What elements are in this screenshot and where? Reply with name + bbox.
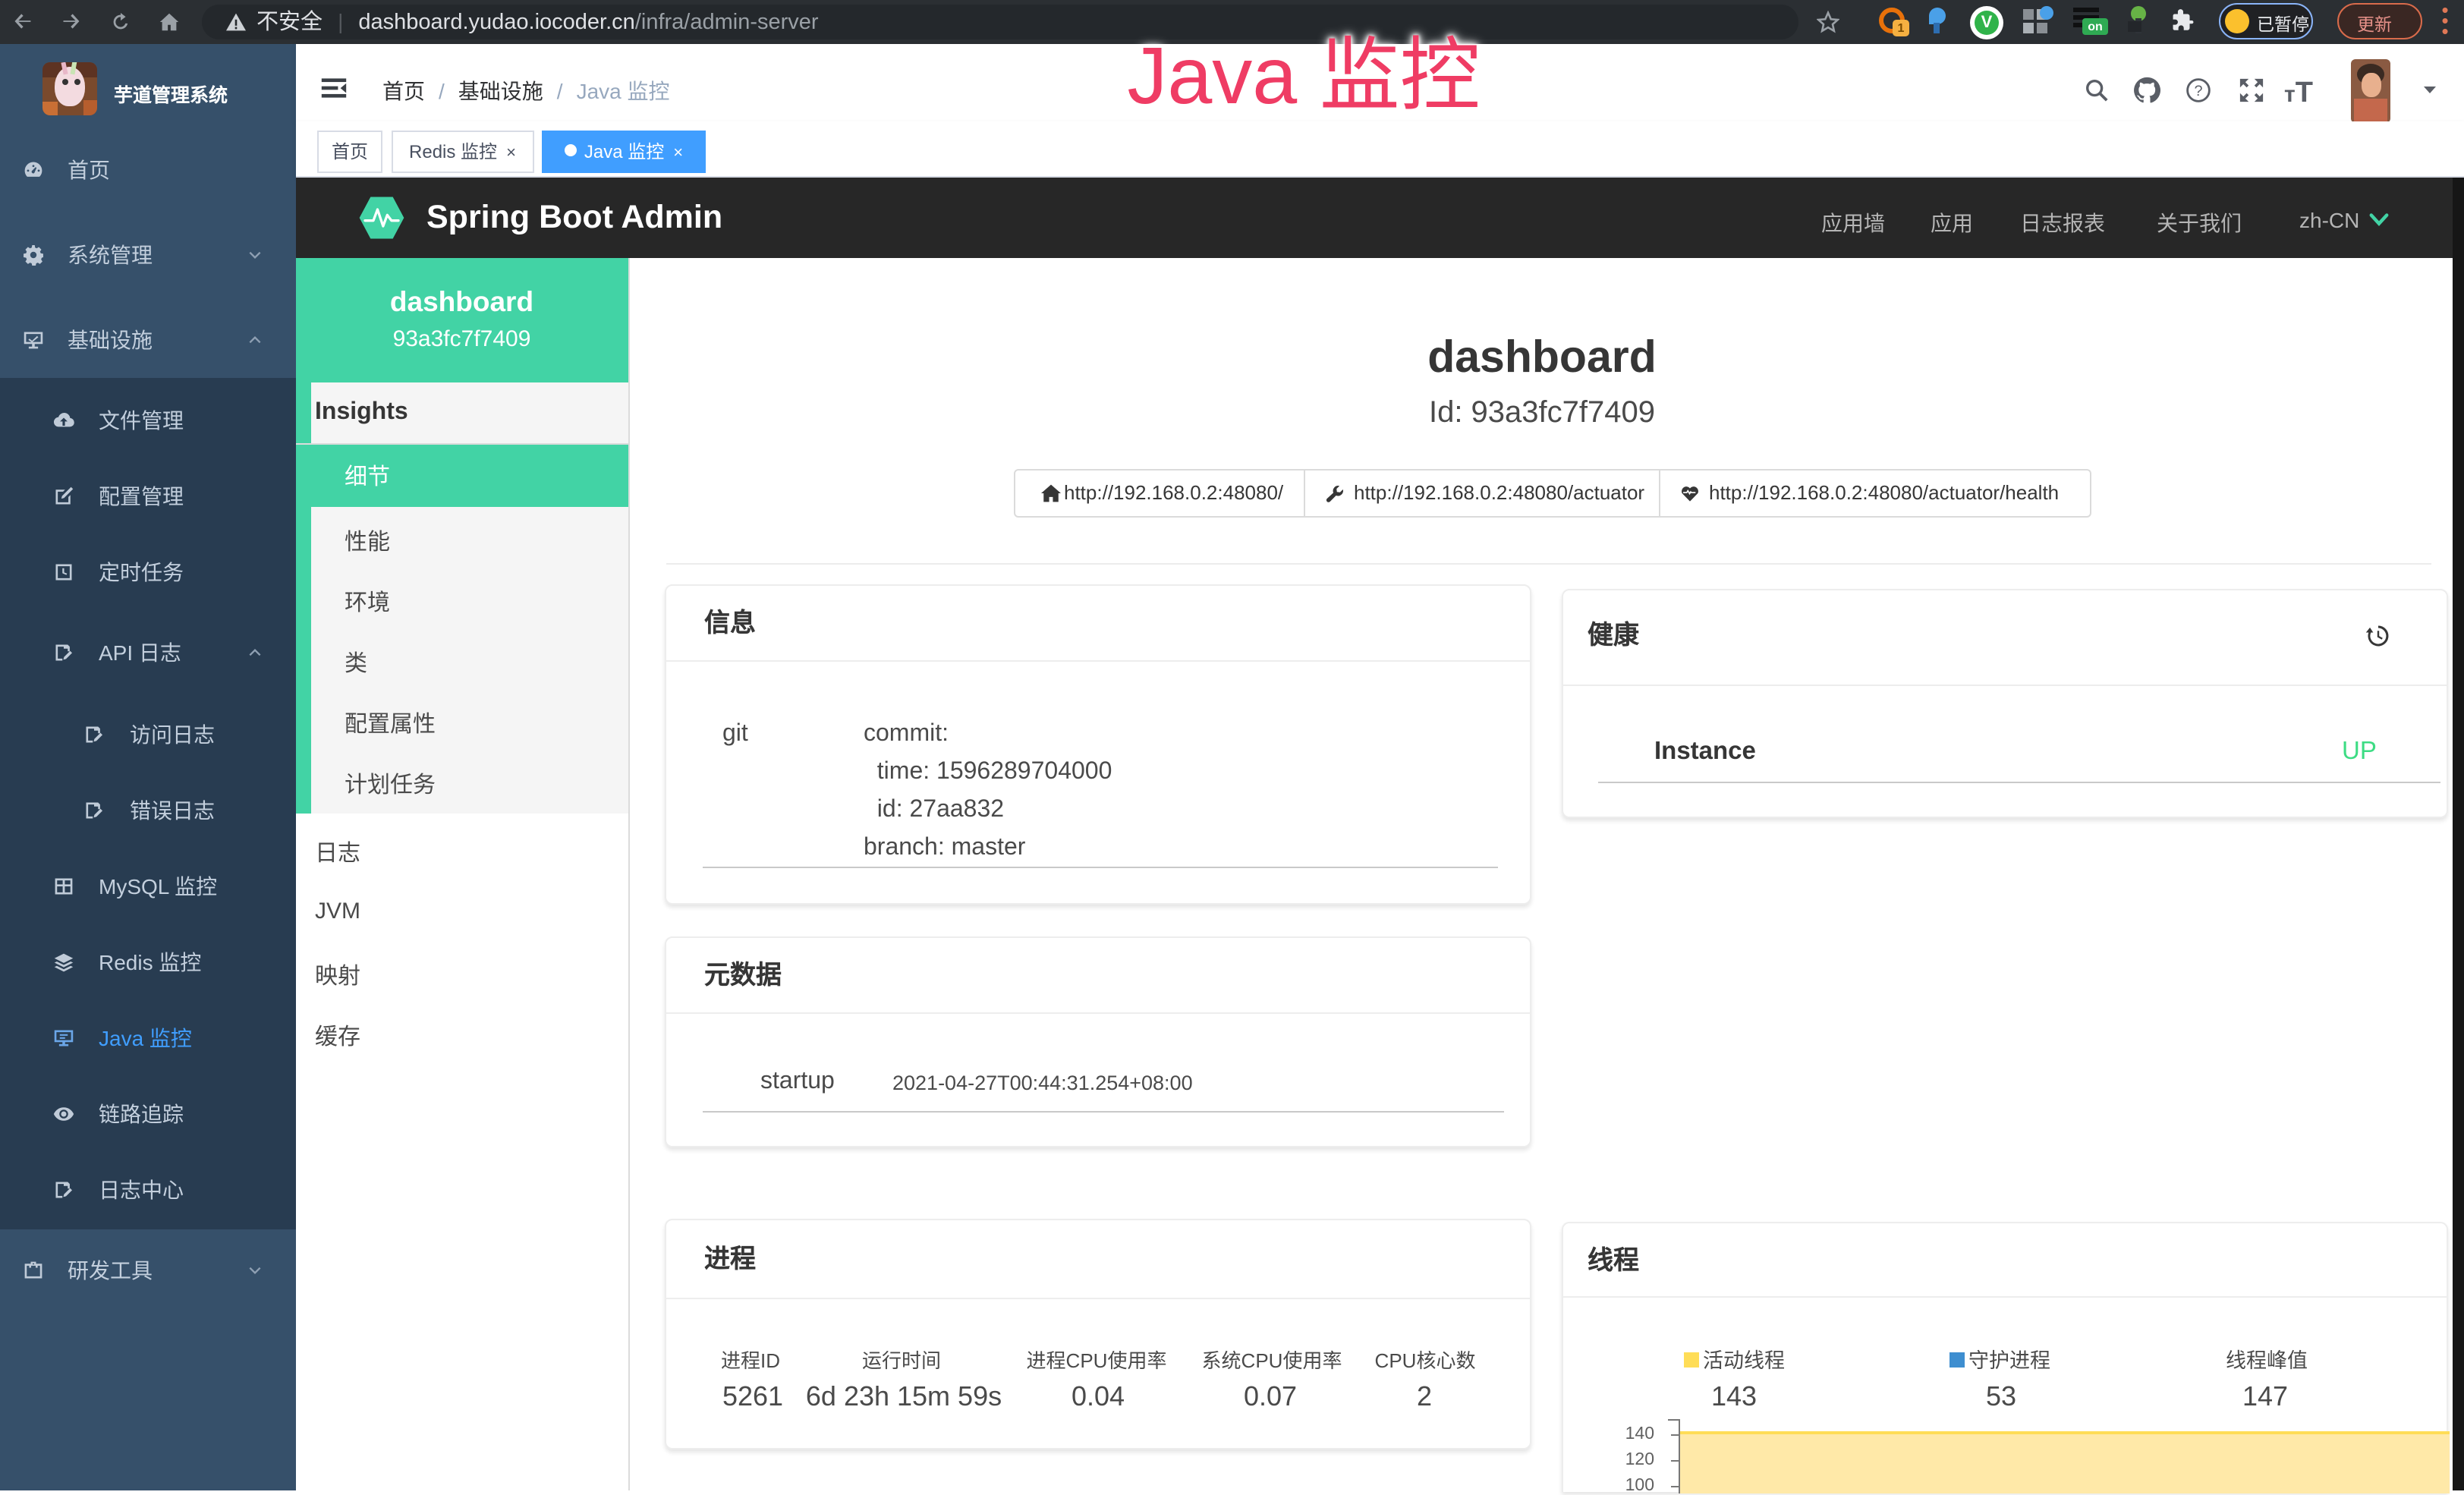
svg-text:?: ? (2194, 83, 2202, 99)
